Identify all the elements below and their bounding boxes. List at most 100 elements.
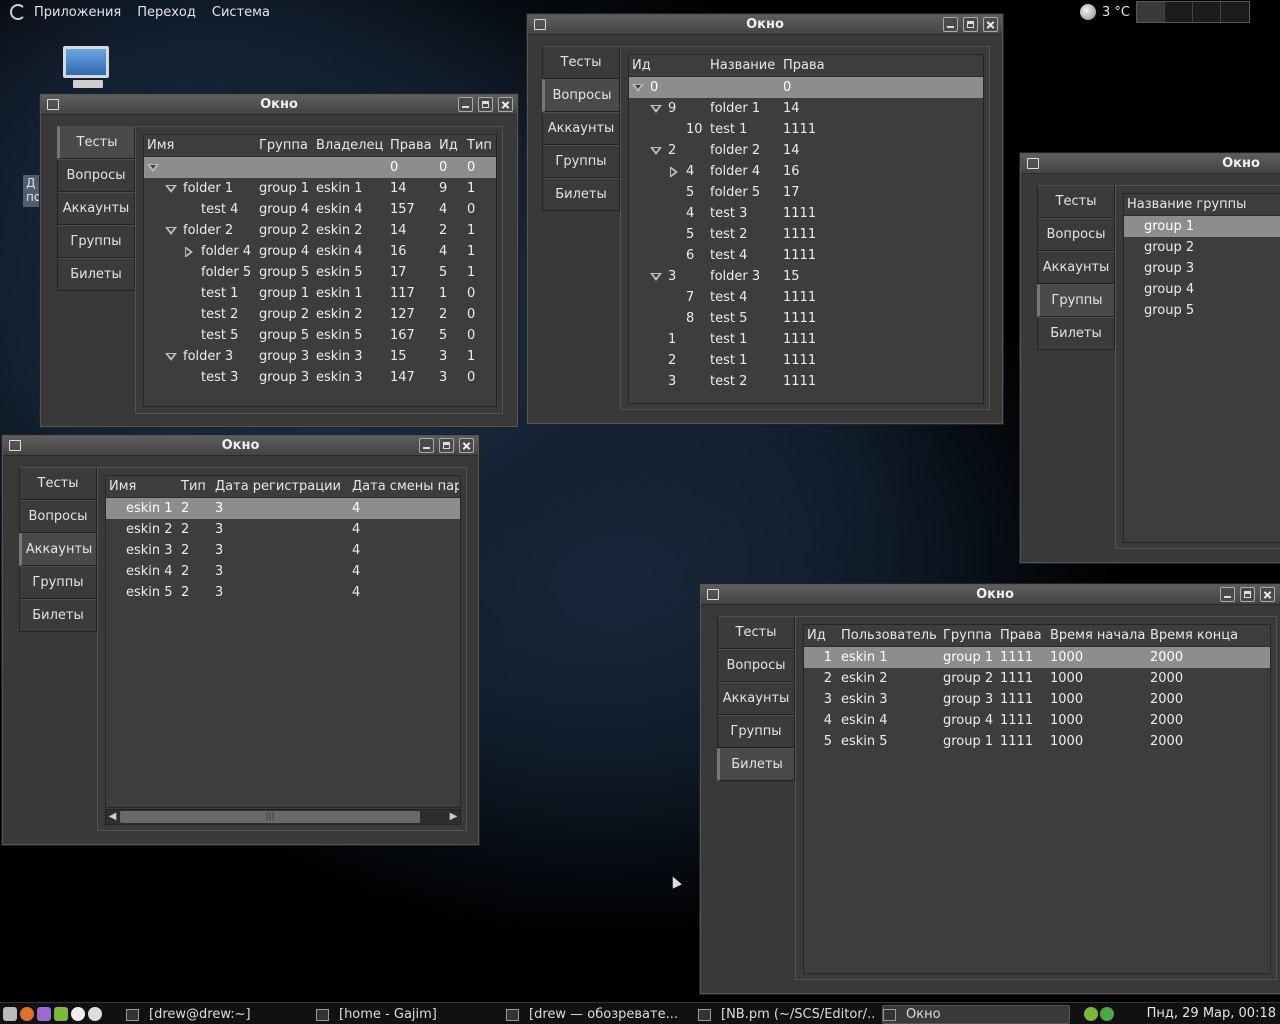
- column-header[interactable]: Права: [997, 628, 1047, 643]
- network-icon[interactable]: [1100, 1007, 1114, 1021]
- table-row[interactable]: 4 eskin 4 group 4 1111 1000 2000: [804, 710, 1270, 731]
- expander-open-icon[interactable]: [165, 226, 177, 236]
- expander-closed-icon[interactable]: [668, 166, 680, 177]
- expander-open-icon[interactable]: [650, 146, 662, 156]
- tab-5[interactable]: Билеты: [57, 258, 135, 291]
- table-row[interactable]: 8 test 5 1111: [629, 308, 983, 329]
- list-view[interactable]: Название группы group 1 group 2 group 3 grou…: [1123, 193, 1280, 543]
- column-header[interactable]: Имя: [144, 138, 256, 153]
- tab-1[interactable]: Тесты: [19, 467, 97, 500]
- table-row[interactable]: 5 eskin 5 group 1 1111 1000 2000: [804, 731, 1270, 752]
- expander-open-icon[interactable]: [165, 352, 177, 362]
- clock[interactable]: Пнд, 29 Мар, 00:18: [1147, 1006, 1276, 1021]
- table-row[interactable]: eskin 2 2 3 4: [106, 519, 460, 540]
- taskbar-task[interactable]: Окно: [882, 1005, 1070, 1024]
- table-row[interactable]: 5 test 2 1111: [629, 224, 983, 245]
- table-row[interactable]: 1 test 1 1111: [629, 329, 983, 350]
- close-icon[interactable]: [459, 438, 474, 453]
- column-header[interactable]: Группа: [940, 628, 997, 643]
- column-header[interactable]: Права: [780, 58, 930, 73]
- expander-open-icon[interactable]: [650, 104, 662, 114]
- weather-temperature[interactable]: 3 °C: [1102, 5, 1130, 20]
- table-row[interactable]: eskin 4 2 3 4: [106, 561, 460, 582]
- table-row[interactable]: group 4: [1124, 279, 1280, 300]
- column-header[interactable]: Время начала: [1047, 628, 1147, 643]
- minimize-icon[interactable]: [1220, 587, 1235, 602]
- eye2-icon[interactable]: [88, 1006, 102, 1021]
- tab-2[interactable]: Вопросы: [19, 500, 97, 533]
- close-icon[interactable]: [1260, 587, 1275, 602]
- expander-open-icon[interactable]: [650, 272, 662, 282]
- firefox-icon[interactable]: [20, 1006, 34, 1021]
- column-header[interactable]: Тип: [178, 479, 212, 494]
- table-row[interactable]: 7 test 4 1111: [629, 287, 983, 308]
- tab-2[interactable]: Вопросы: [57, 159, 135, 192]
- weather-moon-icon[interactable]: [1080, 4, 1097, 20]
- workspace-2[interactable]: [1165, 2, 1193, 22]
- menu-applications[interactable]: Приложения: [34, 5, 121, 20]
- column-header[interactable]: Ид: [629, 58, 707, 73]
- tree-view[interactable]: Имя Группа Владелец Права Ид Тип 0 0 0 folder 1 gr…: [143, 134, 497, 407]
- column-header[interactable]: Дата регистрации: [212, 479, 349, 494]
- gajim-launcher-icon[interactable]: [54, 1006, 68, 1021]
- table-row[interactable]: test 4 group 4 eskin 4 157 4 0: [144, 199, 496, 220]
- window-menu-icon[interactable]: [707, 589, 719, 600]
- tab-2[interactable]: Вопросы: [717, 649, 795, 682]
- scroll-thumb[interactable]: |||: [120, 811, 420, 823]
- table-row[interactable]: 1 eskin 1 group 1 1111 1000 2000: [804, 647, 1270, 668]
- tab-3[interactable]: Аккаунты: [542, 112, 620, 145]
- tab-3[interactable]: Аккаунты: [1037, 251, 1115, 284]
- maximize-icon[interactable]: [439, 438, 454, 453]
- window-menu-icon[interactable]: [9, 440, 21, 451]
- titlebar[interactable]: Окно: [701, 585, 1280, 605]
- expander-open-icon[interactable]: [165, 184, 177, 194]
- column-header[interactable]: Тип: [464, 138, 496, 153]
- computer-desktop-icon[interactable]: [63, 46, 113, 92]
- taskbar-task[interactable]: [NB.pm (~/SCS/Editor/...: [698, 1005, 876, 1024]
- column-header[interactable]: Дата смены пар: [349, 479, 459, 494]
- window-menu-icon[interactable]: [1027, 158, 1039, 169]
- table-row[interactable]: 2 folder 2 14: [629, 140, 983, 161]
- column-header[interactable]: Ид: [804, 628, 838, 643]
- table-row[interactable]: folder 2 group 2 eskin 2 14 2 1: [144, 220, 496, 241]
- table-row[interactable]: test 3 group 3 eskin 3 147 3 0: [144, 367, 496, 388]
- tab-2[interactable]: Вопросы: [542, 79, 620, 112]
- tab-4[interactable]: Группы: [57, 225, 135, 258]
- table-row[interactable]: test 5 group 5 eskin 5 167 5 0: [144, 325, 496, 346]
- tab-5[interactable]: Билеты: [542, 178, 620, 211]
- column-header[interactable]: Ид: [436, 138, 464, 153]
- tab-1[interactable]: Тесты: [717, 616, 795, 649]
- workspace-1[interactable]: [1137, 2, 1165, 22]
- column-header[interactable]: Имя: [106, 479, 178, 494]
- maximize-icon[interactable]: [963, 17, 978, 32]
- tab-4[interactable]: Группы: [19, 566, 97, 599]
- column-header[interactable]: Название: [707, 58, 780, 73]
- pidgin-icon[interactable]: [37, 1006, 51, 1021]
- tab-4[interactable]: Группы: [717, 715, 795, 748]
- tab-5[interactable]: Билеты: [717, 748, 795, 781]
- table-row[interactable]: 6 test 4 1111: [629, 245, 983, 266]
- table-row[interactable]: 10 test 1 1111: [629, 119, 983, 140]
- maximize-icon[interactable]: [1240, 587, 1255, 602]
- tab-3[interactable]: Аккаунты: [717, 682, 795, 715]
- horizontal-scrollbar[interactable]: ◀ ||| ▶: [105, 809, 461, 825]
- table-row[interactable]: 9 folder 1 14: [629, 98, 983, 119]
- taskbar-task[interactable]: [drew@drew:~]: [126, 1005, 310, 1024]
- titlebar[interactable]: Окно: [528, 15, 1002, 35]
- workspace-3[interactable]: [1193, 2, 1221, 22]
- tab-3[interactable]: Аккаунты: [57, 192, 135, 225]
- table-row[interactable]: folder 1 group 1 eskin 1 14 9 1: [144, 178, 496, 199]
- table-row[interactable]: 4 folder 4 16: [629, 161, 983, 182]
- window-menu-icon[interactable]: [534, 19, 546, 30]
- table-row[interactable]: 3 eskin 3 group 3 1111 1000 2000: [804, 689, 1270, 710]
- minimize-icon[interactable]: [419, 438, 434, 453]
- table-row[interactable]: test 1 group 1 eskin 1 117 1 0: [144, 283, 496, 304]
- expander-open-icon[interactable]: [632, 83, 644, 93]
- tree-view[interactable]: Ид Название Права 0 0 9 folder 1 14 10 test 1 1111…: [628, 54, 984, 404]
- table-row[interactable]: group 1: [1124, 216, 1280, 237]
- column-header[interactable]: Пользователь: [838, 628, 940, 643]
- table-row[interactable]: 4 test 3 1111: [629, 203, 983, 224]
- scroll-left-icon[interactable]: ◀: [106, 810, 119, 824]
- column-header[interactable]: Владелец: [313, 138, 387, 153]
- tab-1[interactable]: Тесты: [542, 46, 620, 79]
